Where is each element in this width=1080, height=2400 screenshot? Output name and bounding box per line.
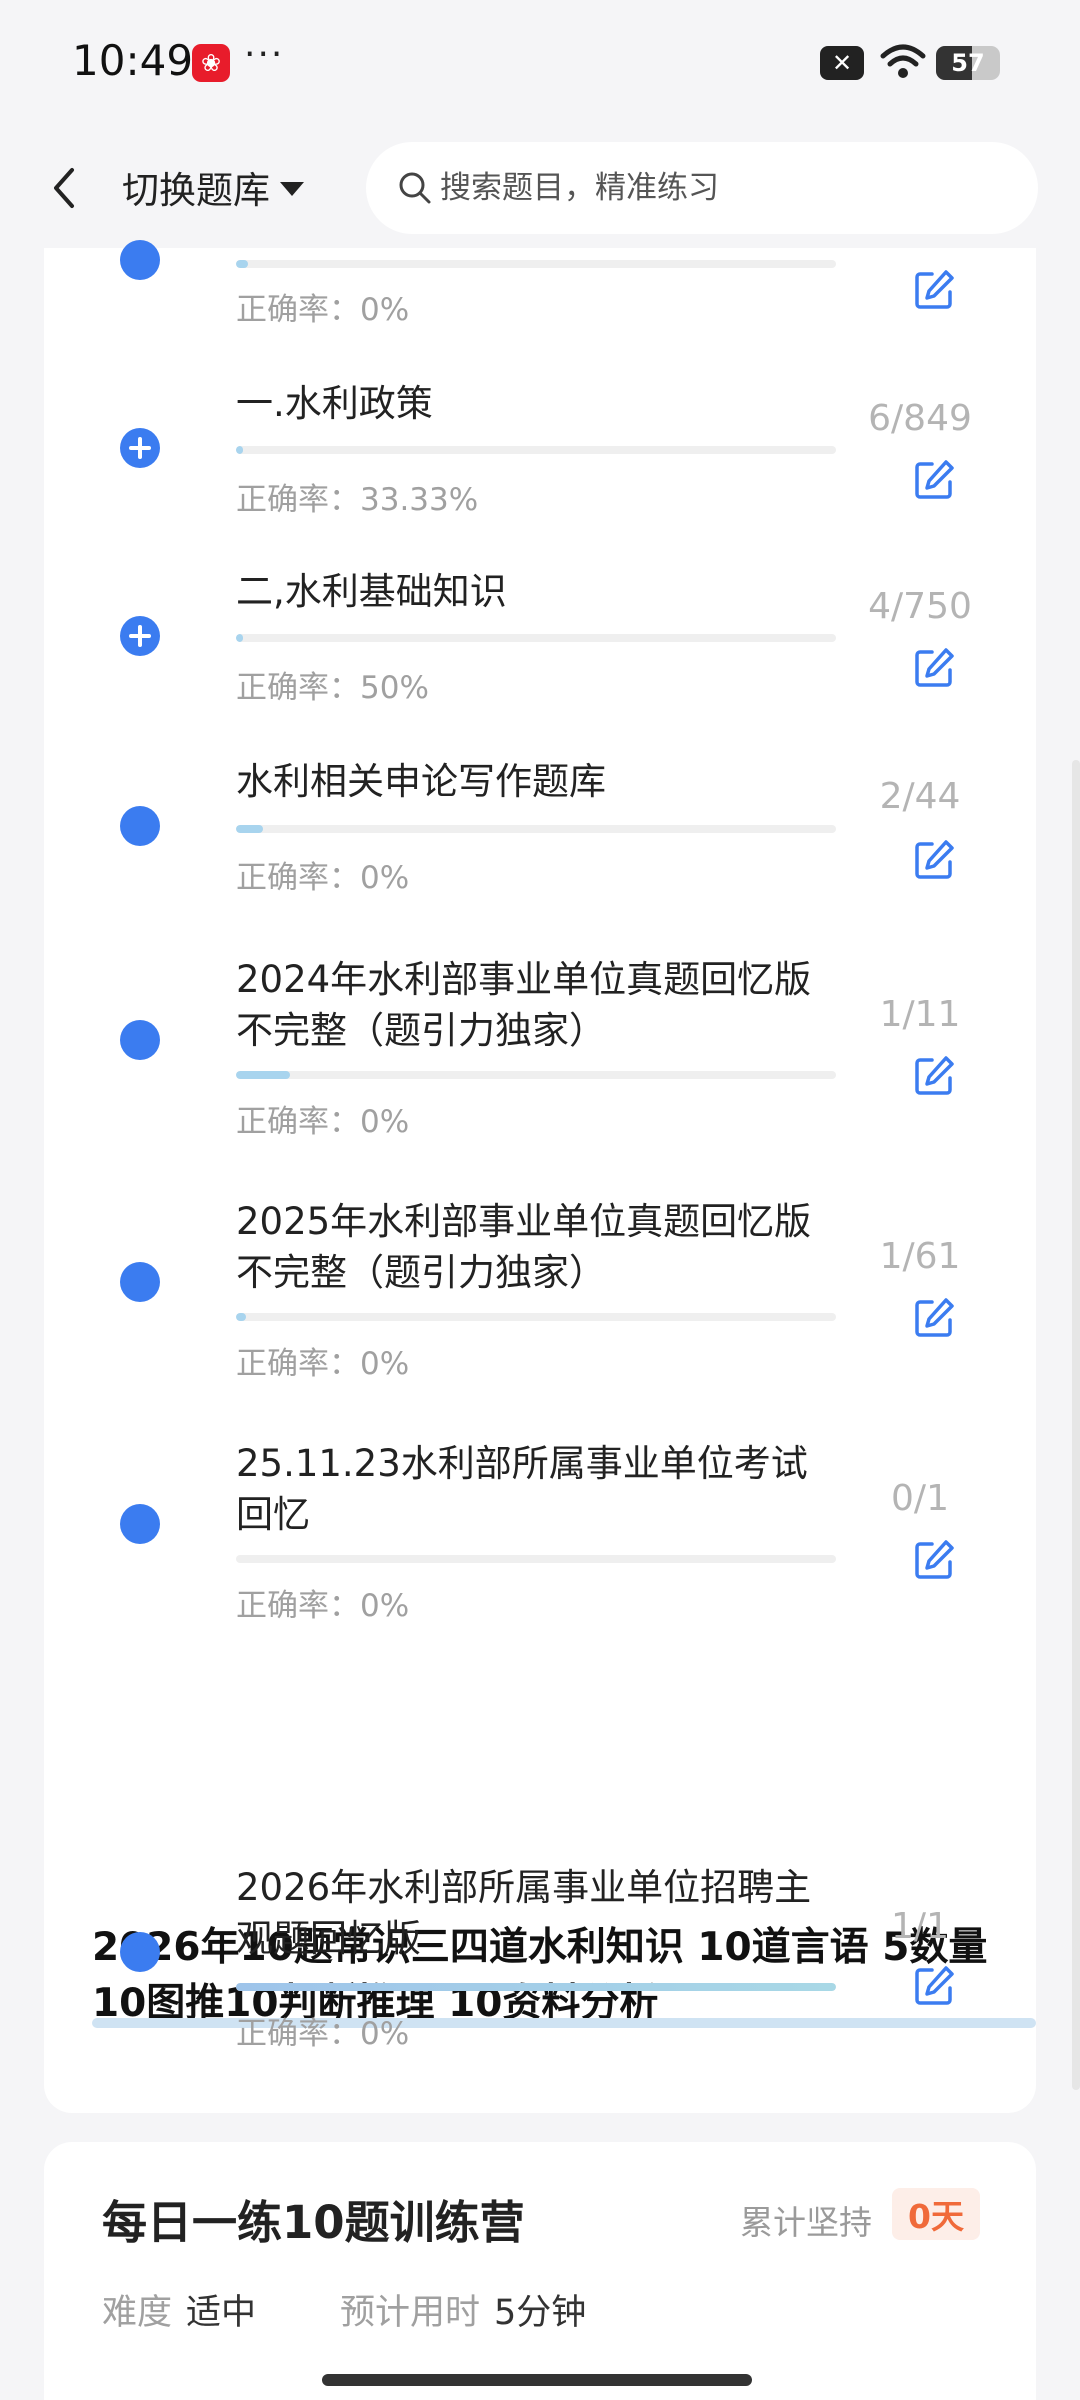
sim-off-icon: ✕	[820, 46, 864, 80]
battery-icon: 57	[936, 46, 1000, 80]
switch-bank-label: 切换题库	[122, 169, 270, 212]
header: 切换题库	[0, 130, 1080, 248]
status-bar: 10:49 ❀ ··· ✕ 57	[0, 0, 1080, 130]
streak-label: 累计坚持	[740, 2203, 872, 2242]
progress-bar	[236, 1071, 836, 1079]
battery-level: 57	[951, 49, 985, 77]
home-indicator[interactable]	[322, 2374, 752, 2386]
progress-fill	[236, 1313, 246, 1321]
search-icon	[399, 172, 431, 204]
question-bank-list: 2026年10题常识三四道水利知识 10道言语 5数量 10图推10判断推理 1…	[44, 240, 1036, 2113]
item-title: 25.11.23水利部所属事业单位考试回忆	[236, 1442, 808, 1536]
progress-bar	[236, 1555, 836, 1563]
bullet-dot-icon	[120, 1020, 160, 1060]
bullet-dot-icon	[120, 1262, 160, 1302]
item-title: 一.水利政策	[236, 382, 433, 425]
progress-bar	[236, 634, 836, 642]
progress-bar	[236, 446, 836, 454]
progress-count: 1/1	[891, 1906, 949, 1947]
edit-practice-icon[interactable]	[912, 268, 956, 312]
edit-practice-icon[interactable]	[912, 458, 956, 502]
progress-fill	[236, 260, 248, 268]
back-arrow-icon[interactable]	[44, 158, 84, 218]
accuracy-text: 正确率：33.33%	[236, 482, 479, 518]
progress-fill	[236, 825, 263, 833]
accuracy-text: 正确率：0%	[236, 1104, 410, 1140]
item-title: 2025年水利部事业单位真题回忆版不完整（题引力独家）	[236, 1200, 812, 1294]
app-notification-icon: ❀	[192, 44, 230, 82]
expand-plus-icon[interactable]	[120, 428, 160, 468]
progress-count: 6/849	[868, 398, 972, 439]
expand-plus-icon[interactable]	[120, 616, 160, 656]
difficulty-label: 难度	[102, 2293, 173, 2333]
scrollbar[interactable]	[1072, 760, 1080, 2090]
accuracy-text: 正确率：50%	[236, 670, 429, 706]
progress-fill	[236, 634, 244, 642]
search-bar[interactable]	[366, 142, 1038, 234]
progress-fill	[236, 1983, 836, 1991]
difficulty-value: 适中	[186, 2293, 257, 2333]
progress-count: 4/750	[868, 586, 972, 627]
accuracy-text: 正确率：0%	[236, 860, 410, 896]
item-title: 二,水利基础知识	[236, 570, 507, 613]
streak-badge: 0天	[892, 2188, 980, 2240]
progress-bar	[236, 1983, 836, 1991]
edit-practice-icon[interactable]	[912, 646, 956, 690]
wifi-icon	[880, 44, 926, 78]
progress-count: 1/61	[879, 1236, 961, 1277]
edit-practice-icon[interactable]	[912, 1538, 956, 1582]
bullet-dot-icon	[120, 806, 160, 846]
edit-practice-icon[interactable]	[912, 1296, 956, 1340]
bullet-dot-icon	[120, 240, 160, 280]
edit-practice-icon[interactable]	[912, 1964, 956, 2008]
caret-down-icon	[280, 182, 304, 196]
difficulty-info: 难度 适中	[102, 2284, 256, 2335]
search-input[interactable]	[440, 170, 1000, 206]
accuracy-text: 正确率：0%	[236, 292, 410, 328]
progress-count: 2/44	[879, 776, 961, 817]
progress-fill	[236, 1071, 290, 1079]
accuracy-text: 正确率：0%	[236, 1346, 410, 1382]
progress-fill	[236, 446, 244, 454]
status-time: 10:49	[72, 36, 194, 85]
bullet-dot-icon	[120, 1932, 160, 1972]
progress-bar	[236, 825, 836, 833]
section-underline	[92, 2018, 1036, 2028]
progress-bar	[236, 1313, 836, 1321]
more-notifications-icon: ···	[244, 34, 285, 75]
accuracy-text: 正确率：0%	[236, 2016, 410, 2052]
time-value: 5分钟	[494, 2293, 587, 2333]
switch-question-bank-button[interactable]: 切换题库	[122, 160, 304, 214]
accuracy-text: 正确率：0%	[236, 1588, 410, 1624]
item-title: 2024年水利部事业单位真题回忆版不完整（题引力独家）	[236, 958, 812, 1052]
daily-practice-card[interactable]: 每日一练10题训练营 累计坚持 0天 难度 适中 预计用时 5分钟	[44, 2142, 1036, 2400]
progress-count: 1/11	[879, 994, 961, 1035]
edit-practice-icon[interactable]	[912, 1054, 956, 1098]
daily-practice-title: 每日一练10题训练营	[102, 2196, 525, 2249]
item-title: 水利相关申论写作题库	[236, 760, 606, 803]
time-info: 预计用时 5分钟	[340, 2284, 586, 2335]
progress-bar	[236, 260, 836, 268]
item-title: 2026年水利部所属事业单位招聘主观题回忆版	[236, 1866, 812, 1960]
edit-practice-icon[interactable]	[912, 838, 956, 882]
bullet-dot-icon	[120, 1504, 160, 1544]
time-label: 预计用时	[340, 2293, 481, 2333]
progress-count: 0/1	[891, 1478, 949, 1519]
